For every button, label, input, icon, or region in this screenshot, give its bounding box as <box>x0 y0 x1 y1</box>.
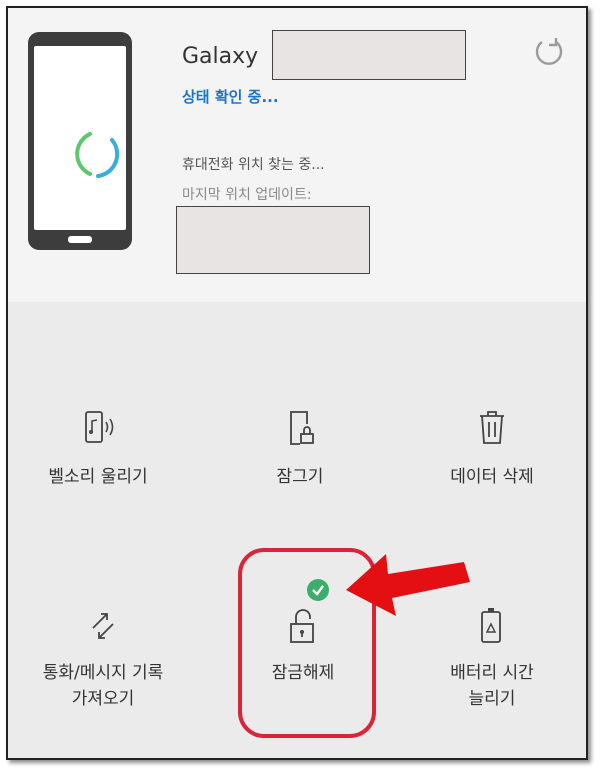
battery-recycle-icon <box>481 608 501 643</box>
redacted-location-box <box>176 206 370 274</box>
status-text: 상태 확인 중... <box>182 88 279 106</box>
redacted-model-box <box>272 30 466 80</box>
lock-phone-icon <box>290 411 314 445</box>
red-arrow-icon <box>346 554 470 616</box>
refresh-icon[interactable] <box>532 36 566 70</box>
ring-button[interactable]: 벨소리 울리기 <box>18 408 178 490</box>
action-label: 벨소리 울리기 <box>48 467 148 487</box>
locating-text: 휴대전화 위치 찾는 중... <box>182 157 325 173</box>
lock-button[interactable]: 잠그기 <box>220 408 380 490</box>
ring-phone-icon <box>85 411 114 443</box>
last-update-label: 마지막 위치 업데이트: <box>182 187 312 203</box>
extend-battery-button[interactable]: 배터리 시간 늘리기 <box>412 606 572 712</box>
action-label: 통화/메시지 기록 가져오기 <box>42 663 164 709</box>
find-my-mobile-panel: Galaxy 상태 확인 중... 휴대전화 위치 찾는 중... 마지막 위치… <box>6 6 588 760</box>
action-label: 배터리 시간 늘리기 <box>450 663 534 709</box>
transfer-arrows-icon <box>92 613 114 639</box>
erase-data-button[interactable]: 데이터 삭제 <box>412 408 572 490</box>
action-label: 데이터 삭제 <box>450 467 534 487</box>
device-info-section: Galaxy 상태 확인 중... 휴대전화 위치 찾는 중... 마지막 위치… <box>8 8 586 302</box>
trash-icon <box>480 411 504 444</box>
phone-illustration <box>28 32 132 250</box>
action-label: 잠그기 <box>276 467 324 487</box>
device-name: Galaxy <box>182 44 259 69</box>
retrieve-logs-button[interactable]: 통화/메시지 기록 가져오기 <box>8 606 198 712</box>
loading-spinner-icon <box>75 132 120 178</box>
